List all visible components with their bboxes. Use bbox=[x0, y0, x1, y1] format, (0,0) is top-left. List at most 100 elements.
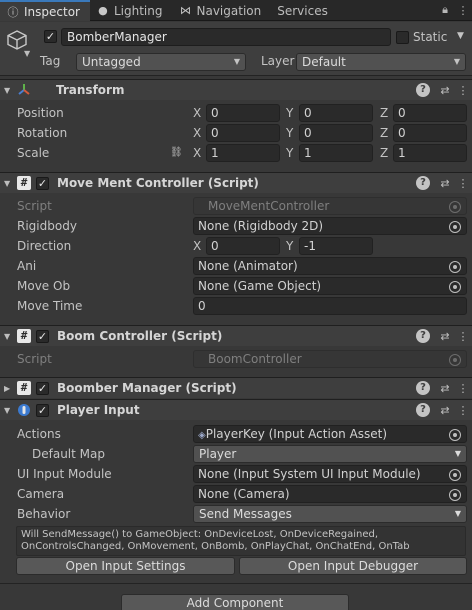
constrain-proportions-icon[interactable]: ⛓︎ bbox=[170, 147, 183, 158]
rotation-y-field[interactable]: 0 bbox=[299, 124, 373, 142]
camera-label: Camera bbox=[17, 487, 65, 501]
tab-lighting[interactable]: ● Lighting bbox=[90, 0, 173, 21]
position-y-field[interactable]: 0 bbox=[299, 104, 373, 122]
axis-z-label: Z bbox=[380, 126, 389, 140]
ui-input-module-label: UI Input Module bbox=[17, 467, 112, 481]
position-z-field[interactable]: 0 bbox=[393, 104, 467, 122]
tab-inspector[interactable]: ⓘ Inspector bbox=[0, 0, 90, 21]
static-dropdown-caret[interactable]: ▼ bbox=[457, 31, 464, 41]
bomber-manager-header[interactable]: ▶ # Boomber Manager (Script) ? ⇄ ⋮ bbox=[0, 377, 472, 398]
fold-arrow-icon[interactable]: ▼ bbox=[4, 179, 16, 188]
active-checkbox[interactable] bbox=[44, 30, 57, 43]
input-action-asset-icon: ◈ bbox=[198, 430, 206, 441]
tab-navigation[interactable]: ⋈ Navigation bbox=[173, 0, 272, 21]
help-icon[interactable]: ? bbox=[416, 176, 430, 190]
direction-row: Direction X 0 Y -1 bbox=[0, 236, 472, 256]
position-label: Position bbox=[17, 106, 64, 120]
scale-z-field[interactable]: 1 bbox=[393, 144, 467, 162]
ani-row: Ani None (Animator) bbox=[0, 256, 472, 276]
ui-input-module-field[interactable]: None (Input System UI Input Module) bbox=[193, 465, 467, 483]
add-component-button[interactable]: Add Component bbox=[121, 594, 349, 610]
camera-field[interactable]: None (Camera) bbox=[193, 485, 467, 503]
behavior-dropdown[interactable]: Send Messages bbox=[193, 505, 467, 523]
static-checkbox[interactable] bbox=[396, 31, 409, 44]
moveob-label: Move Ob bbox=[17, 279, 71, 293]
help-icon[interactable]: ? bbox=[416, 329, 430, 343]
moveob-value: None (Game Object) bbox=[198, 279, 322, 293]
more-menu-icon[interactable]: ⋮ bbox=[454, 0, 472, 20]
movement-enabled-checkbox[interactable] bbox=[36, 176, 49, 190]
transform-header[interactable]: ▼ Transform ? ⇄ ⋮ bbox=[0, 79, 472, 100]
component-menu-icon[interactable]: ⋮ bbox=[454, 177, 472, 190]
player-input-enabled-checkbox[interactable] bbox=[36, 403, 49, 417]
object-picker-icon[interactable] bbox=[449, 469, 461, 481]
axis-y-label: Y bbox=[286, 106, 294, 120]
axis-y-label: Y bbox=[286, 146, 294, 160]
component-menu-icon[interactable]: ⋮ bbox=[454, 330, 472, 343]
rigidbody-row: Rigidbody None (Rigidbody 2D) bbox=[0, 216, 472, 236]
object-picker-icon[interactable] bbox=[449, 281, 461, 293]
axis-y-label: Y bbox=[286, 126, 294, 140]
help-icon[interactable]: ? bbox=[416, 83, 430, 97]
bomber-enabled-checkbox[interactable] bbox=[36, 381, 49, 395]
gameobject-header: ▼ BomberManager Static ▼ Tag Untagged La… bbox=[0, 22, 472, 76]
rotation-x-field[interactable]: 0 bbox=[206, 124, 280, 142]
object-picker-icon[interactable] bbox=[449, 261, 461, 273]
boom-enabled-checkbox[interactable] bbox=[36, 329, 49, 343]
lock-icon[interactable]: 🔒︎ bbox=[436, 0, 454, 20]
tab-services[interactable]: Services bbox=[271, 0, 338, 21]
object-picker-icon[interactable] bbox=[449, 221, 461, 233]
player-input-header[interactable]: ▼ Player Input ? ⇄ ⋮ bbox=[0, 399, 472, 420]
help-icon[interactable]: ? bbox=[416, 403, 430, 417]
actions-field[interactable]: ◈PlayerKey (Input Action Asset) bbox=[193, 425, 467, 443]
open-input-debugger-button[interactable]: Open Input Debugger bbox=[239, 557, 467, 575]
presets-icon[interactable]: ⇄ bbox=[436, 404, 454, 417]
help-icon[interactable]: ? bbox=[416, 381, 430, 395]
fold-arrow-icon[interactable]: ▼ bbox=[4, 332, 16, 341]
fold-arrow-right-icon[interactable]: ▶ bbox=[4, 384, 16, 393]
open-input-settings-button[interactable]: Open Input Settings bbox=[16, 557, 235, 575]
rotation-z-field[interactable]: 0 bbox=[393, 124, 467, 142]
object-picker-icon[interactable] bbox=[449, 429, 461, 441]
axis-z-label: Z bbox=[380, 146, 389, 160]
ani-field[interactable]: None (Animator) bbox=[193, 257, 467, 275]
icon-dropdown-caret[interactable]: ▼ bbox=[24, 49, 30, 58]
layer-label: Layer bbox=[261, 54, 295, 68]
camera-value: None (Camera) bbox=[198, 487, 290, 501]
axis-x-label: X bbox=[193, 239, 202, 253]
component-menu-icon[interactable]: ⋮ bbox=[454, 404, 472, 417]
tag-label: Tag bbox=[40, 54, 61, 68]
rigidbody-field[interactable]: None (Rigidbody 2D) bbox=[193, 217, 467, 235]
camera-row: Camera None (Camera) bbox=[0, 484, 472, 504]
actions-value: PlayerKey (Input Action Asset) bbox=[205, 427, 388, 441]
presets-icon[interactable]: ⇄ bbox=[436, 382, 454, 395]
boom-controller-header[interactable]: ▼ # Boom Controller (Script) ? ⇄ ⋮ bbox=[0, 325, 472, 346]
direction-y-field[interactable]: -1 bbox=[299, 237, 373, 255]
behavior-help-box: Will SendMessage() to GameObject: OnDevi… bbox=[16, 526, 466, 556]
static-label: Static bbox=[413, 30, 448, 44]
tag-dropdown[interactable]: Untagged bbox=[76, 53, 246, 71]
movement-controller-header[interactable]: ▼ # Move Ment Controller (Script) ? ⇄ ⋮ bbox=[0, 172, 472, 193]
fold-arrow-icon[interactable]: ▼ bbox=[4, 86, 16, 95]
boom-script-value: BoomController bbox=[208, 352, 302, 366]
fold-arrow-icon[interactable]: ▼ bbox=[4, 406, 16, 415]
object-picker-icon[interactable] bbox=[449, 489, 461, 501]
component-menu-icon[interactable]: ⋮ bbox=[454, 382, 472, 395]
scale-x-field[interactable]: 1 bbox=[206, 144, 280, 162]
position-x-field[interactable]: 0 bbox=[206, 104, 280, 122]
presets-icon[interactable]: ⇄ bbox=[436, 330, 454, 343]
layer-dropdown[interactable]: Default bbox=[296, 53, 466, 71]
object-picker-icon bbox=[449, 201, 461, 213]
direction-x-field[interactable]: 0 bbox=[206, 237, 280, 255]
presets-icon[interactable]: ⇄ bbox=[436, 177, 454, 190]
moveob-field[interactable]: None (Game Object) bbox=[193, 277, 467, 295]
moveob-row: Move Ob None (Game Object) bbox=[0, 276, 472, 296]
default-map-dropdown[interactable]: Player bbox=[193, 445, 467, 463]
divider bbox=[0, 583, 472, 584]
rigidbody-label: Rigidbody bbox=[17, 219, 77, 233]
scale-y-field[interactable]: 1 bbox=[299, 144, 373, 162]
presets-icon[interactable]: ⇄ bbox=[436, 84, 454, 97]
movetime-field[interactable]: 0 bbox=[193, 297, 467, 315]
component-menu-icon[interactable]: ⋮ bbox=[454, 84, 472, 97]
gameobject-name-field[interactable]: BomberManager bbox=[61, 28, 391, 46]
